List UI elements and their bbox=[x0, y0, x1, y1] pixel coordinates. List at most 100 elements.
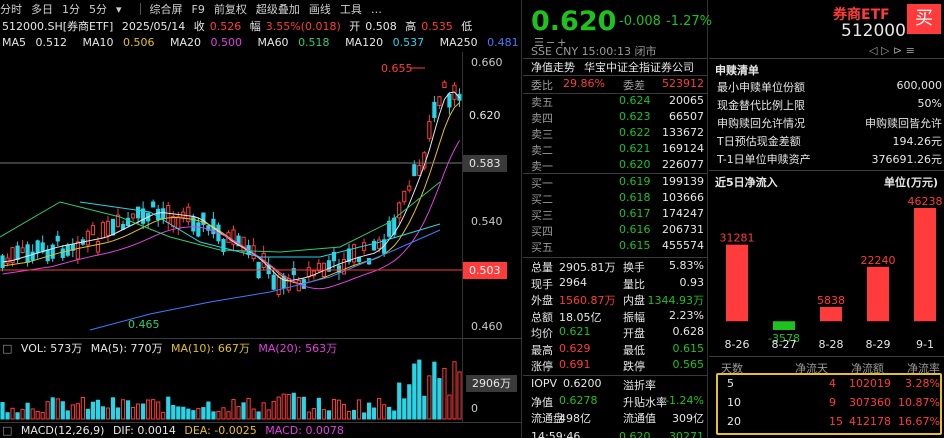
tool-super-overlay[interactable]: 超级叠加 bbox=[256, 1, 300, 17]
ask-level[interactable]: 卖四 0.623 66507 bbox=[523, 110, 708, 126]
ask-level[interactable]: 卖一 0.620 226077 bbox=[523, 158, 708, 174]
ma10-line bbox=[2, 102, 460, 284]
volume-bar bbox=[35, 411, 40, 420]
inflow-bar-label: 46238 bbox=[908, 195, 943, 208]
change-label: 幅 bbox=[249, 20, 261, 33]
close-value: 0.526 bbox=[209, 20, 242, 33]
chart-toolbar: 分时 多日 1分 5分 ▾ 综合屏 F9 前复权 超级叠加 画线 工具 … bbox=[0, 0, 522, 18]
tool-composite-screen[interactable]: 综合屏 bbox=[150, 1, 183, 17]
creation-item: 申购赎回允许情况 申购赎回皆允许 bbox=[717, 117, 942, 130]
collapse-icon[interactable]: □ bbox=[2, 342, 12, 355]
stat-row: IOPV 0.6200 溢折率 bbox=[531, 377, 656, 392]
period-highlight-box bbox=[716, 373, 942, 435]
dropdown-arrow-icon[interactable]: ▾ bbox=[116, 3, 122, 16]
candle-body bbox=[432, 101, 437, 118]
volume-bar bbox=[10, 407, 15, 420]
candle-body bbox=[437, 96, 442, 107]
volume-bar bbox=[452, 361, 457, 420]
bid-level[interactable]: 买四 0.616 206731 bbox=[523, 223, 708, 239]
back-icon[interactable]: ◁ bbox=[869, 44, 877, 57]
tab-5min[interactable]: 5分 bbox=[89, 1, 107, 17]
volume-bar bbox=[236, 406, 241, 420]
tab-multi-day[interactable]: 多日 bbox=[31, 1, 53, 17]
buy-button[interactable]: 买 bbox=[907, 4, 941, 34]
volume-bar bbox=[301, 396, 306, 420]
ask-level[interactable]: 卖三 0.622 133672 bbox=[523, 126, 708, 142]
volume-bar bbox=[110, 397, 116, 420]
candle-body bbox=[402, 190, 407, 203]
forward-icon[interactable]: ▷ bbox=[881, 44, 889, 57]
inflow-bar[interactable] bbox=[773, 321, 795, 330]
tool-draw-line[interactable]: 画线 bbox=[309, 1, 331, 17]
volume-bar bbox=[402, 398, 407, 420]
volume-bar bbox=[432, 361, 437, 420]
inflow-bar[interactable] bbox=[726, 244, 748, 322]
volume-bar bbox=[20, 408, 25, 420]
volume-bar bbox=[25, 402, 30, 420]
bid-level[interactable]: 买五 0.615 455574 bbox=[523, 239, 708, 255]
volume-bar bbox=[70, 404, 75, 420]
volume-bar bbox=[15, 412, 20, 420]
filter-icon[interactable]: ⊳ bbox=[893, 44, 902, 57]
inflow-bar-label: 31281 bbox=[720, 232, 755, 245]
candle-body bbox=[55, 235, 60, 242]
candle-body bbox=[75, 241, 80, 260]
candle-body bbox=[40, 242, 45, 253]
tab-intraday[interactable]: 分时 bbox=[0, 1, 22, 17]
inflow-bar-label: 5838 bbox=[817, 294, 845, 307]
volume-bar bbox=[120, 399, 126, 420]
ask-level[interactable]: 卖二 0.621 169124 bbox=[523, 142, 708, 158]
more-icon[interactable]: … bbox=[371, 3, 382, 16]
nav-trend-row[interactable]: 净值走势 华宝中证全指证券公司 bbox=[523, 59, 708, 75]
bid-level[interactable]: 买三 0.617 174247 bbox=[523, 207, 708, 223]
volume-bar bbox=[366, 402, 372, 420]
last-trade-row: 14:59:46 0.620 30271 bbox=[531, 430, 704, 438]
ma250-line bbox=[89, 229, 441, 331]
volume-bar bbox=[55, 398, 60, 420]
flow-unit: 单位(万元) bbox=[883, 176, 938, 189]
volume-bar bbox=[361, 412, 367, 420]
volume-legend: □ VOL: 573万 MA(5): 770万 MA(10): 667万 MA(… bbox=[2, 340, 342, 356]
menu-icon[interactable]: ≡ bbox=[906, 44, 915, 57]
inflow-bar[interactable] bbox=[914, 208, 936, 322]
volume-bar bbox=[50, 397, 55, 420]
volume-zero: 0 bbox=[471, 402, 478, 415]
tab-1min[interactable]: 1分 bbox=[62, 1, 80, 17]
volume-bar bbox=[341, 403, 347, 420]
candle-body bbox=[407, 185, 412, 191]
collapse-icon[interactable]: □ bbox=[2, 424, 12, 437]
open-label: 开 bbox=[349, 20, 361, 33]
candle-body bbox=[85, 230, 90, 246]
ask-level[interactable]: 卖五 0.624 20065 bbox=[523, 94, 708, 110]
price-box-marker: 0.503 bbox=[463, 262, 507, 279]
bid-level[interactable]: 买一 0.619 199139 bbox=[523, 175, 708, 191]
volume-bar bbox=[442, 367, 447, 420]
inflow-bar[interactable] bbox=[867, 266, 889, 322]
high-label: 高 bbox=[405, 20, 417, 33]
candle-body bbox=[30, 251, 35, 261]
volume-bar bbox=[161, 411, 166, 420]
ma10-legend: MA10 0.506 bbox=[82, 36, 155, 49]
tool-tools[interactable]: 工具 bbox=[340, 1, 362, 17]
candle-body bbox=[151, 201, 156, 208]
volume-bar bbox=[105, 407, 111, 420]
candle-body bbox=[372, 240, 377, 251]
macd-value: MACD: 0.0078 bbox=[265, 424, 344, 437]
candle-body bbox=[427, 121, 432, 139]
tool-forward-adjust[interactable]: 前复权 bbox=[214, 1, 247, 17]
bid-level[interactable]: 买二 0.618 103666 bbox=[523, 191, 708, 207]
inflow-category-label: 8-28 bbox=[819, 338, 844, 351]
volume-bar bbox=[100, 406, 106, 420]
volume-bar bbox=[176, 406, 181, 420]
volume-bar bbox=[422, 395, 427, 420]
volume-bar bbox=[437, 378, 442, 420]
volume-bar bbox=[80, 397, 85, 420]
vol-ma20: MA(20): 563万 bbox=[258, 342, 338, 355]
candlestick-chart[interactable]: 0.655 0.465 bbox=[0, 52, 462, 338]
close-label: 收 bbox=[193, 20, 205, 33]
candle-body bbox=[176, 216, 181, 229]
price-tick: 0.540 bbox=[471, 215, 503, 228]
volume-bar bbox=[196, 408, 201, 420]
tool-f9[interactable]: F9 bbox=[192, 3, 205, 16]
inflow-bar[interactable] bbox=[820, 306, 842, 322]
